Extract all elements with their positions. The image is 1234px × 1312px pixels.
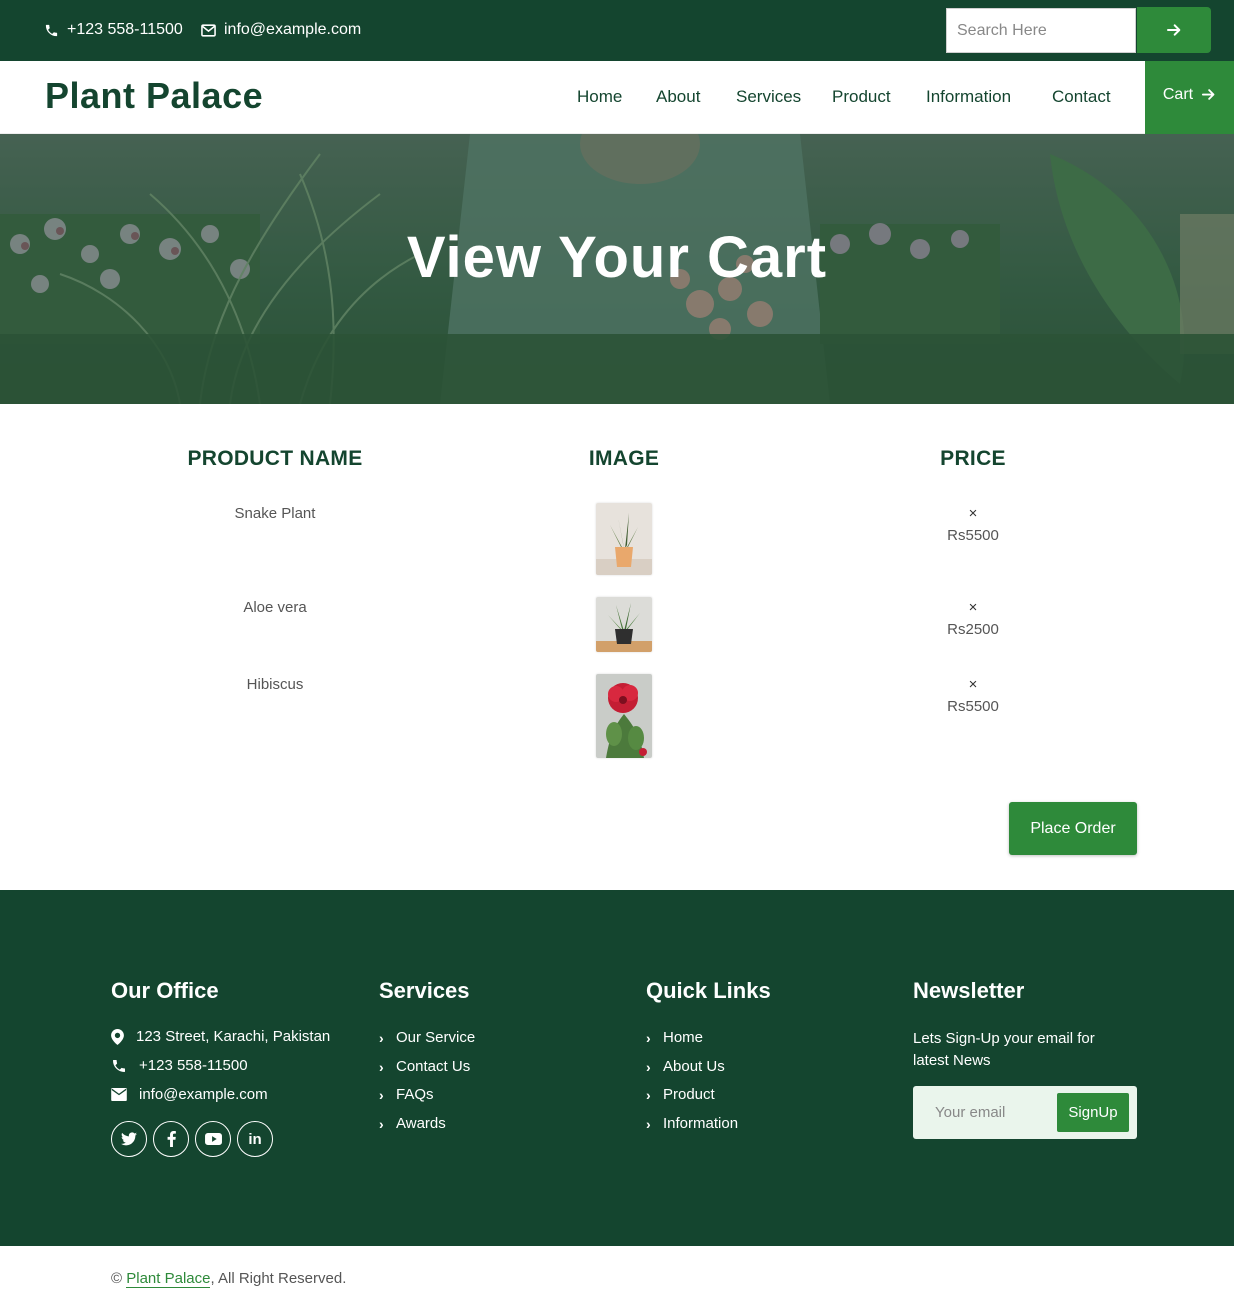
office-phone: +123 558-11500	[111, 1057, 248, 1074]
signup-button[interactable]: SignUp	[1057, 1093, 1129, 1132]
nav-about[interactable]: About	[656, 87, 700, 107]
office-email: info@example.com	[111, 1086, 268, 1103]
column-header-price: PRICE	[940, 447, 1006, 470]
product-price: Rs5500	[947, 527, 999, 544]
search-input[interactable]	[946, 8, 1136, 53]
map-marker-icon	[111, 1028, 124, 1045]
footer: Our Office 123 Street, Karachi, Pakistan…	[0, 890, 1234, 1246]
twitter-icon	[121, 1132, 137, 1146]
chevron-right-icon: ›	[379, 1115, 384, 1132]
remove-item-button[interactable]: ×	[823, 505, 1123, 522]
chevron-right-icon: ›	[646, 1086, 651, 1103]
newsletter-email-input[interactable]	[925, 1094, 1055, 1131]
product-price: Rs5500	[947, 698, 999, 715]
nav-contact[interactable]: Contact	[1052, 87, 1111, 107]
youtube-icon	[204, 1133, 222, 1145]
product-price: Rs2500	[947, 621, 999, 638]
copyright-symbol: ©	[111, 1270, 123, 1287]
topbar-email-text: info@example.com	[224, 21, 362, 38]
office-email-text: info@example.com	[139, 1086, 268, 1103]
youtube-link[interactable]	[195, 1121, 231, 1157]
topbar-phone-text: +123 558-11500	[67, 21, 183, 38]
product-name: Snake Plant	[234, 505, 316, 522]
column-header-product-name: PRODUCT NAME	[187, 447, 363, 470]
arrow-right-icon	[1167, 24, 1181, 36]
phone-icon	[45, 24, 58, 36]
office-address: 123 Street, Karachi, Pakistan	[111, 1028, 330, 1045]
product-name: Aloe vera	[243, 599, 307, 616]
office-address-text: 123 Street, Karachi, Pakistan	[136, 1028, 331, 1045]
footer-link-label: Information	[663, 1115, 739, 1132]
office-phone-text: +123 558-11500	[139, 1057, 248, 1074]
hero-banner: View Your Cart	[0, 134, 1234, 404]
footer-link-product[interactable]: › Product	[646, 1086, 715, 1103]
linkedin-icon: in	[248, 1130, 262, 1148]
footer-link-label: Our Service	[396, 1029, 476, 1046]
chevron-right-icon: ›	[379, 1029, 384, 1046]
footer-link-label: About Us	[663, 1058, 725, 1075]
product-name: Hibiscus	[246, 676, 304, 693]
hibiscus-image	[596, 674, 652, 758]
newsletter-text: Lets Sign-Up your email for latest News	[913, 1030, 1095, 1069]
footer-link-contact-us[interactable]: › Contact Us	[379, 1058, 470, 1075]
envelope-icon	[201, 23, 216, 37]
brand-logo[interactable]: Plant Palace	[45, 75, 263, 117]
chevron-right-icon: ›	[646, 1115, 651, 1132]
newsletter-form: SignUp	[913, 1086, 1137, 1139]
snake-plant-image	[596, 503, 652, 575]
footer-link-information[interactable]: › Information	[646, 1115, 738, 1132]
nav-services[interactable]: Services	[736, 87, 801, 107]
facebook-icon	[167, 1131, 176, 1147]
cart-button-label: Cart	[1162, 85, 1194, 103]
footer-link-faqs[interactable]: › FAQs	[379, 1086, 434, 1103]
chevron-right-icon: ›	[646, 1058, 651, 1075]
footer-quick-links-title: Quick Links	[646, 978, 771, 1003]
place-order-button[interactable]: Place Order	[1009, 802, 1137, 855]
chevron-right-icon: ›	[646, 1029, 651, 1046]
nav-information[interactable]: Information	[926, 87, 1011, 107]
footer-link-label: Awards	[396, 1115, 446, 1132]
footer-link-our-service[interactable]: › Our Service	[379, 1029, 475, 1046]
nav-product[interactable]: Product	[832, 87, 891, 107]
footer-office-title: Our Office	[111, 978, 219, 1003]
main-header: Plant Palace Home About Services Product…	[0, 61, 1234, 134]
footer-newsletter-title: Newsletter	[913, 978, 1025, 1003]
phone-icon	[113, 1059, 125, 1072]
footer-link-label: FAQs	[396, 1086, 434, 1103]
cart-button[interactable]: Cart	[1145, 61, 1234, 134]
footer-link-label: Product	[663, 1086, 715, 1103]
search-submit-button[interactable]	[1137, 7, 1211, 53]
chevron-right-icon: ›	[379, 1086, 384, 1103]
arrow-right-icon	[1202, 89, 1215, 100]
footer-link-awards[interactable]: › Awards	[379, 1115, 446, 1132]
linkedin-link[interactable]: in	[237, 1121, 273, 1157]
remove-item-button[interactable]: ×	[823, 676, 1123, 693]
copyright-brand-link[interactable]: Plant Palace	[126, 1270, 211, 1288]
copyright: © Plant Palace, All Right Reserved.	[111, 1270, 347, 1288]
topbar-phone: +123 558-11500	[44, 20, 183, 40]
hero-title: View Your Cart	[406, 225, 828, 290]
footer-link-about-us[interactable]: › About Us	[646, 1058, 725, 1075]
copyright-suffix: , All Right Reserved.	[210, 1270, 347, 1287]
twitter-link[interactable]	[111, 1121, 147, 1157]
chevron-right-icon: ›	[379, 1058, 384, 1075]
footer-link-label: Contact Us	[396, 1058, 471, 1075]
envelope-icon	[111, 1088, 127, 1101]
remove-item-button[interactable]: ×	[823, 599, 1123, 616]
nav-home[interactable]: Home	[577, 87, 622, 107]
topbar-email: info@example.com	[201, 20, 361, 40]
aloe-vera-image	[596, 597, 652, 652]
footer-services-title: Services	[379, 978, 470, 1003]
column-header-image: IMAGE	[588, 447, 660, 470]
footer-link-home[interactable]: › Home	[646, 1029, 703, 1046]
footer-link-label: Home	[663, 1029, 704, 1046]
top-bar: +123 558-11500 info@example.com	[0, 0, 1234, 61]
facebook-link[interactable]	[153, 1121, 189, 1157]
